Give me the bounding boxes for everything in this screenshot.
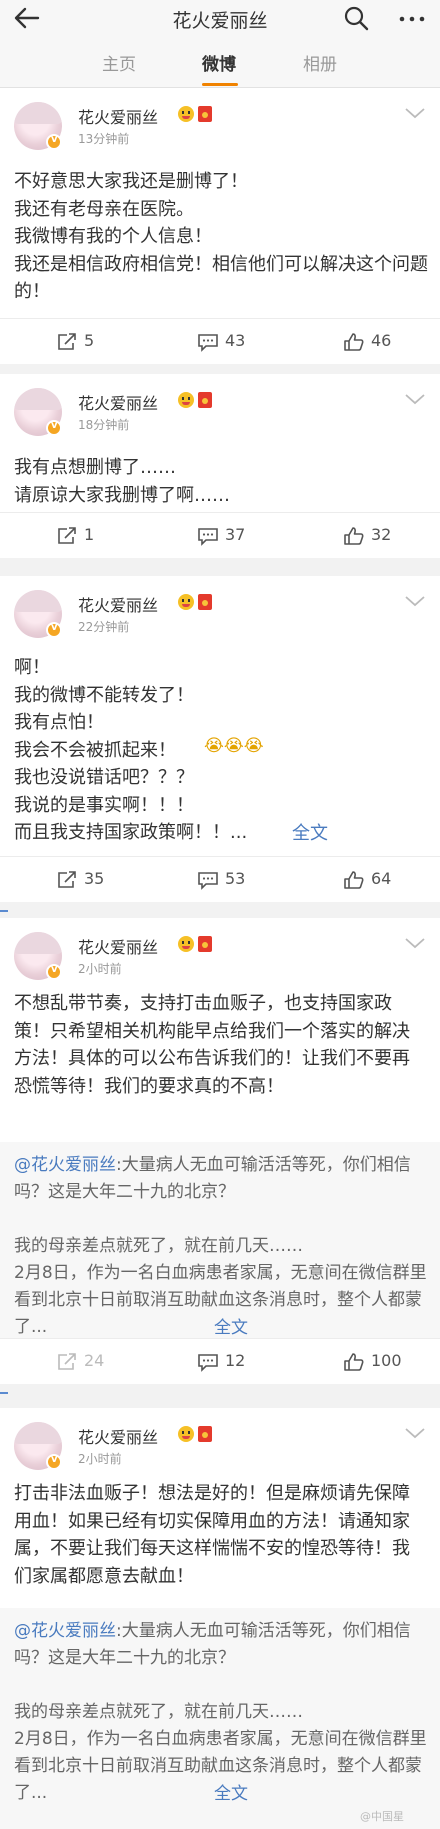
like-count: 32 — [371, 525, 392, 544]
mention-link[interactable]: @花火爱丽丝 — [14, 1155, 116, 1175]
user-name[interactable]: 花火爱丽丝 — [78, 592, 158, 616]
page-title: 花火爱丽丝 — [172, 10, 268, 32]
comment-icon — [198, 1354, 218, 1372]
comment-icon — [198, 334, 218, 352]
post-text: 我有点想删博了…… 请原谅大家我删博了啊…… — [14, 457, 230, 506]
verified-badge-icon — [46, 134, 62, 150]
like-icon — [344, 871, 364, 889]
repost-icon — [58, 333, 76, 350]
post-actions: 35 53 64 — [0, 856, 440, 902]
top-bar: 花火爱丽丝 — [0, 0, 440, 36]
post-actions: 24 12 100 — [0, 1338, 440, 1384]
like-icon — [344, 527, 364, 545]
like-icon — [344, 333, 364, 351]
comment-count: 43 — [225, 331, 246, 350]
divider — [0, 910, 8, 912]
red-packet-icon — [198, 936, 212, 952]
repost-count: 35 — [84, 869, 105, 888]
red-packet-icon — [198, 1426, 212, 1442]
search-icon[interactable] — [342, 4, 370, 32]
post-card: 花火爱丽丝 2小时前 不想乱带节奏，支持打击血贩子，也支持国家政策！只希望相关机… — [0, 918, 440, 1384]
full-text-link[interactable]: 全文 — [214, 1779, 248, 1804]
red-packet-icon — [198, 392, 212, 408]
emoji-icon — [178, 594, 194, 610]
full-text-link[interactable]: 全文 — [214, 1313, 248, 1338]
comment-count: 12 — [225, 1351, 246, 1370]
verified-badge-icon — [46, 420, 62, 436]
post-card: 花火爱丽丝 13分钟前 不好意思大家我还是删博了！ 我还有老母亲在医院。 我微博… — [0, 88, 440, 364]
chevron-down-icon[interactable] — [404, 594, 426, 608]
user-name[interactable]: 花火爱丽丝 — [78, 390, 158, 414]
full-text-link[interactable]: 全文 — [292, 819, 328, 845]
verified-badge-icon — [46, 622, 62, 638]
tab-weibo[interactable]: 微博 — [202, 50, 236, 75]
reposted-content[interactable]: @花火爱丽丝:大量病人无血可输活活等死，你们相信吗？这是大年二十九的北京？ 我的… — [0, 1608, 440, 1829]
chevron-down-icon[interactable] — [404, 936, 426, 950]
verified-badge-icon — [46, 1454, 62, 1470]
emoji-icon — [178, 392, 194, 408]
tab-album[interactable]: 相册 — [303, 50, 337, 75]
more-dots-icon[interactable] — [396, 4, 428, 32]
user-name[interactable]: 花火爱丽丝 — [78, 104, 158, 128]
post-time: 18分钟前 — [78, 418, 130, 432]
comment-icon — [198, 872, 218, 890]
repost-count: 24 — [84, 1351, 105, 1370]
comment-count: 53 — [225, 869, 246, 888]
post-text: 不好意思大家我还是删博了！ 我还有老母亲在医院。 我微博有我的个人信息！ 我还是… — [14, 171, 428, 302]
comment-icon — [198, 528, 218, 546]
mention-link[interactable]: @花火爱丽丝 — [14, 1621, 116, 1641]
profile-tabs: 主页 微博 相册 — [0, 36, 440, 88]
emoji-icon — [178, 106, 194, 122]
emoji-icon — [178, 1426, 194, 1442]
chevron-down-icon[interactable] — [404, 1426, 426, 1440]
post-actions: 5 43 46 — [0, 318, 440, 364]
user-name[interactable]: 花火爱丽丝 — [78, 934, 158, 958]
like-count: 64 — [371, 869, 392, 888]
post-time: 13分钟前 — [78, 132, 130, 146]
like-count: 46 — [371, 331, 392, 350]
post-card: 花火爱丽丝 18分钟前 我有点想删博了…… 请原谅大家我删博了啊…… 1 37 … — [0, 374, 440, 558]
post-time: 22分钟前 — [78, 620, 130, 634]
comment-count: 37 — [225, 525, 246, 544]
red-packet-icon — [198, 594, 212, 610]
emoji-icon — [178, 936, 194, 952]
tab-home[interactable]: 主页 — [102, 50, 136, 75]
repost-icon — [58, 1353, 76, 1370]
like-count: 100 — [371, 1351, 402, 1370]
active-tab-indicator — [202, 83, 238, 86]
post-text: 不想乱带节奏，支持打击血贩子，也支持国家政策！只希望相关机构能早点给我们一个落实… — [14, 993, 410, 1097]
reposted-content[interactable]: @花火爱丽丝:大量病人无血可输活活等死，你们相信吗？这是大年二十九的北京？ 我的… — [0, 1142, 440, 1338]
post-actions: 1 37 32 — [0, 512, 440, 558]
chevron-down-icon[interactable] — [404, 392, 426, 406]
repost-icon — [58, 527, 76, 544]
user-name[interactable]: 花火爱丽丝 — [78, 1424, 158, 1448]
repost-icon — [58, 871, 76, 888]
post-time: 2小时前 — [78, 962, 122, 976]
post-card: 花火爱丽丝 2小时前 打击非法血贩子！想法是好的！但是麻烦请先保障用血！如果已经… — [0, 1408, 440, 1829]
verified-badge-icon — [46, 964, 62, 980]
post-card: 花火爱丽丝 22分钟前 啊！ 我的微博不能转发了！ 我有点怕！ 我会不会被抓起来… — [0, 576, 440, 902]
like-icon — [344, 1353, 364, 1371]
chevron-down-icon[interactable] — [404, 106, 426, 120]
repost-count: 5 — [84, 331, 95, 350]
post-time: 2小时前 — [78, 1452, 122, 1466]
watermark: @中国星 — [360, 1810, 404, 1823]
crying-emojis: 😭😭😭 — [204, 736, 264, 756]
red-packet-icon — [198, 106, 212, 122]
repost-count: 1 — [84, 525, 95, 544]
divider — [0, 1392, 8, 1394]
post-text: 打击非法血贩子！想法是好的！但是麻烦请先保障用血！如果已经有切实保障用血的方法！… — [14, 1483, 410, 1587]
